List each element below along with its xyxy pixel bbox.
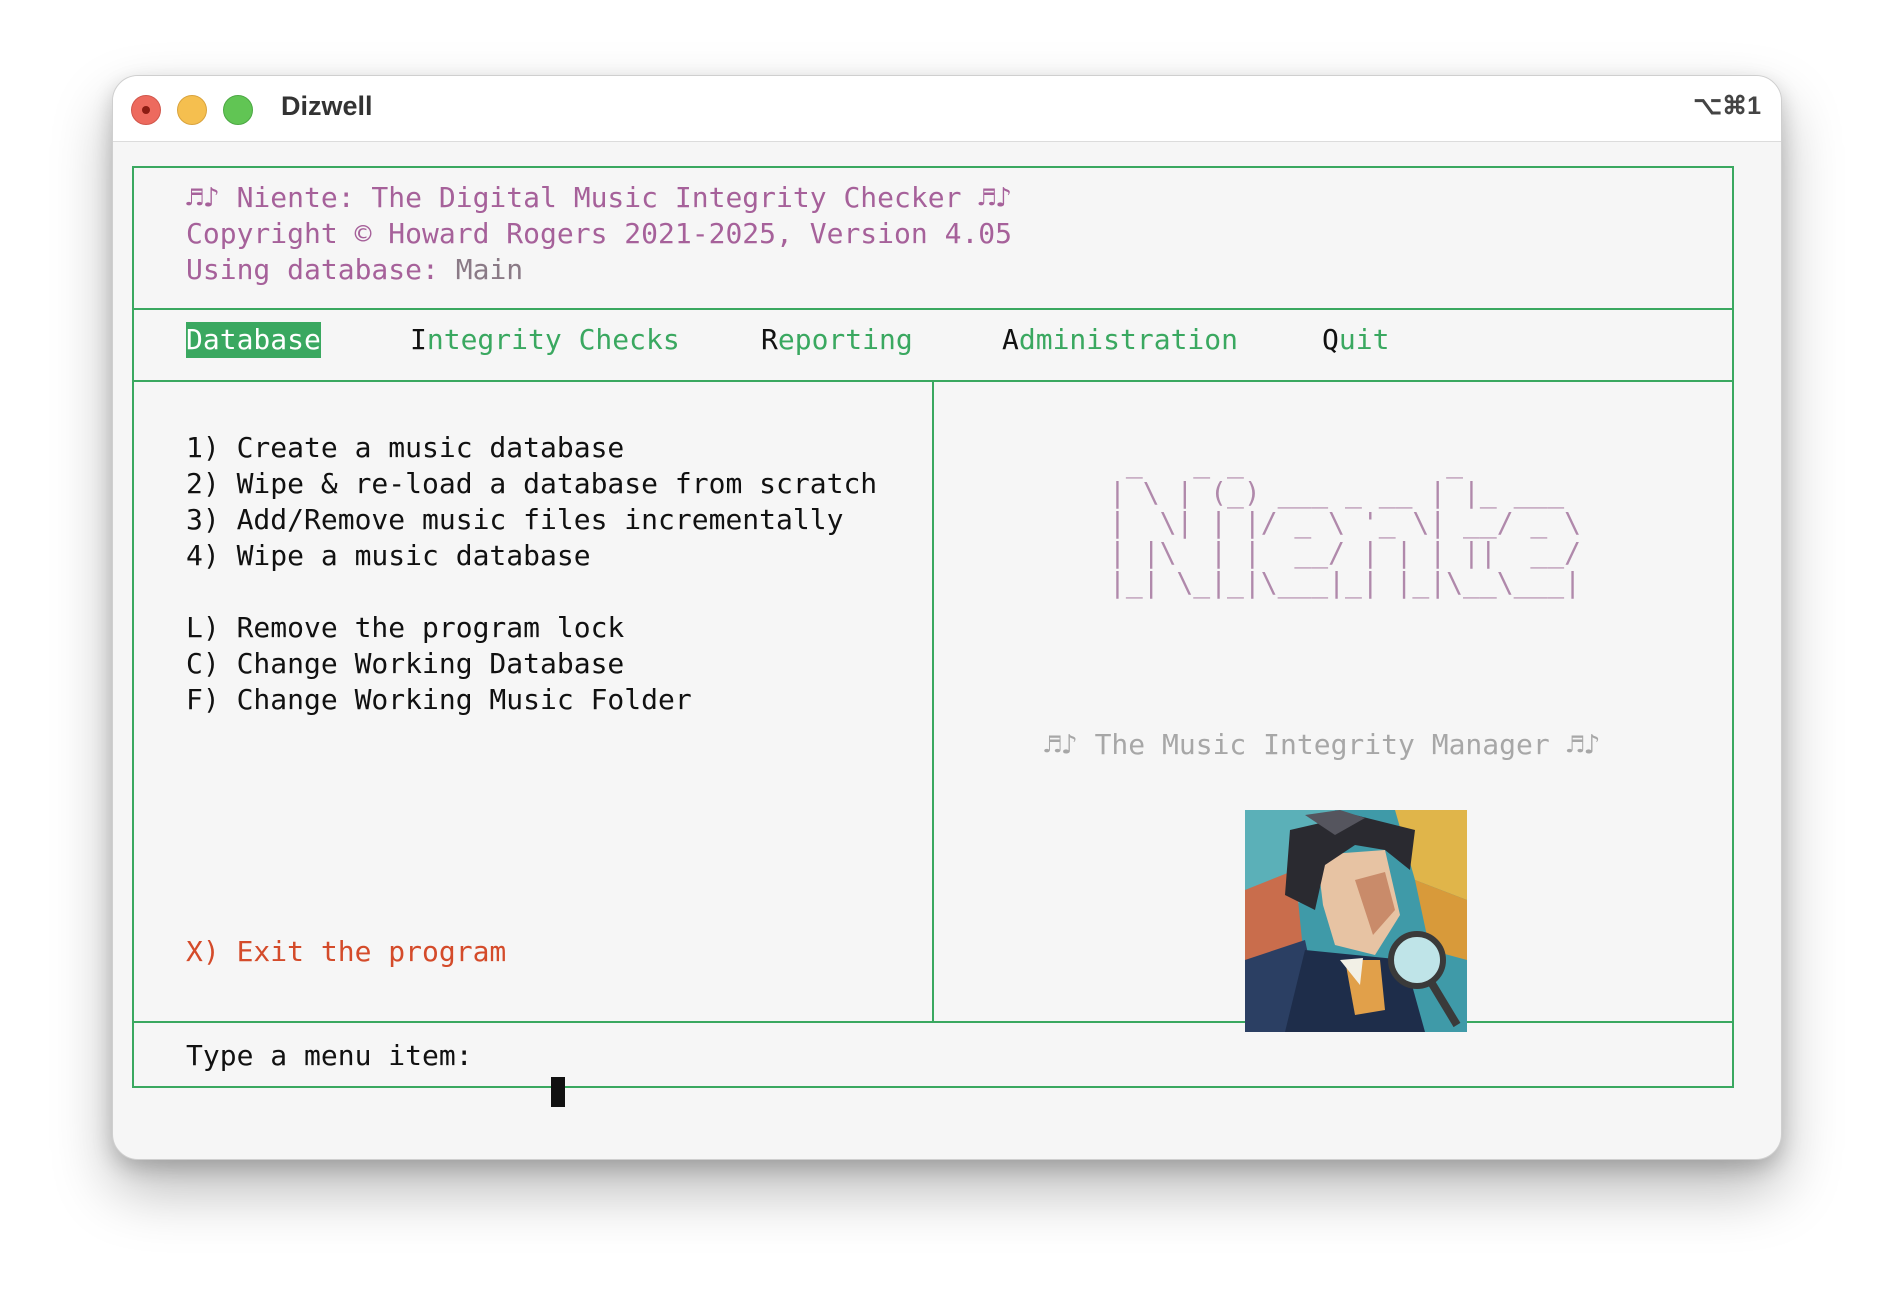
copyright-line: Copyright © Howard Rogers 2021-2025, Ver…: [186, 217, 1013, 250]
zoom-button[interactable]: [223, 95, 253, 125]
terminal-window: Dizwell ⌥⌘1 ♬♪ Niente: The Digital Music…: [112, 75, 1782, 1160]
menu-database-label: atabase: [202, 323, 321, 356]
option-exit[interactable]: X) Exit the program: [186, 934, 506, 970]
option-change-folder[interactable]: F) Change Working Music Folder: [186, 682, 692, 718]
panel-divider: [932, 380, 934, 1021]
database-line: Using database: Main: [186, 252, 523, 288]
menu-reporting[interactable]: Reporting: [761, 322, 913, 358]
terminal-frame: ♬♪ Niente: The Digital Music Integrity C…: [132, 166, 1734, 1088]
menu-integrity-key: I: [410, 323, 427, 356]
prompt-divider: [134, 1021, 1732, 1023]
tagline: ♬♪ The Music Integrity Manager ♬♪: [1044, 728, 1601, 761]
option-create-database[interactable]: 1) Create a music database: [186, 430, 624, 466]
menu-integrity-label: ntegrity Checks: [426, 323, 680, 356]
title-bar: Dizwell ⌥⌘1: [113, 76, 1781, 142]
text-cursor[interactable]: [551, 1077, 565, 1107]
option-wipe-reload[interactable]: 2) Wipe & re-load a database from scratc…: [186, 466, 877, 502]
option-wipe-database[interactable]: 4) Wipe a music database: [186, 538, 591, 574]
menu-administration-key: A: [1002, 323, 1019, 356]
header-divider: [134, 308, 1732, 310]
window-title: Dizwell: [281, 91, 373, 121]
option-remove-lock[interactable]: L) Remove the program lock: [186, 610, 624, 646]
menu-quit-key: Q: [1322, 323, 1339, 356]
option-change-database[interactable]: C) Change Working Database: [186, 646, 624, 682]
composer-portrait-image: [1245, 810, 1467, 1032]
database-name: Main: [455, 253, 524, 286]
menu-reporting-key: R: [761, 323, 778, 356]
menu-database[interactable]: Database: [186, 322, 321, 358]
menu-quit[interactable]: Quit: [1322, 322, 1389, 358]
option-add-remove-files[interactable]: 3) Add/Remove music files incrementally: [186, 502, 843, 538]
menu-database-key: D: [186, 323, 203, 356]
minimize-button[interactable]: [177, 95, 207, 125]
prompt-label: Type a menu item:: [186, 1039, 473, 1072]
menu-quit-label: uit: [1338, 323, 1390, 356]
close-button[interactable]: [131, 95, 161, 125]
menu-integrity-checks[interactable]: Integrity Checks: [410, 322, 680, 358]
menu-administration-label: dministration: [1018, 323, 1239, 356]
menu-reporting-label: eporting: [777, 323, 913, 356]
menu-administration[interactable]: Administration: [1002, 322, 1238, 358]
app-title: ♬♪ Niente: The Digital Music Integrity C…: [186, 181, 1013, 214]
window-shortcut: ⌥⌘1: [1693, 92, 1761, 120]
database-label: Using database:: [186, 253, 439, 286]
niente-ascii-logo: _ _ _ _ | \ | (_) ___ _ __ | |_ ___ | \|…: [1109, 446, 1582, 599]
